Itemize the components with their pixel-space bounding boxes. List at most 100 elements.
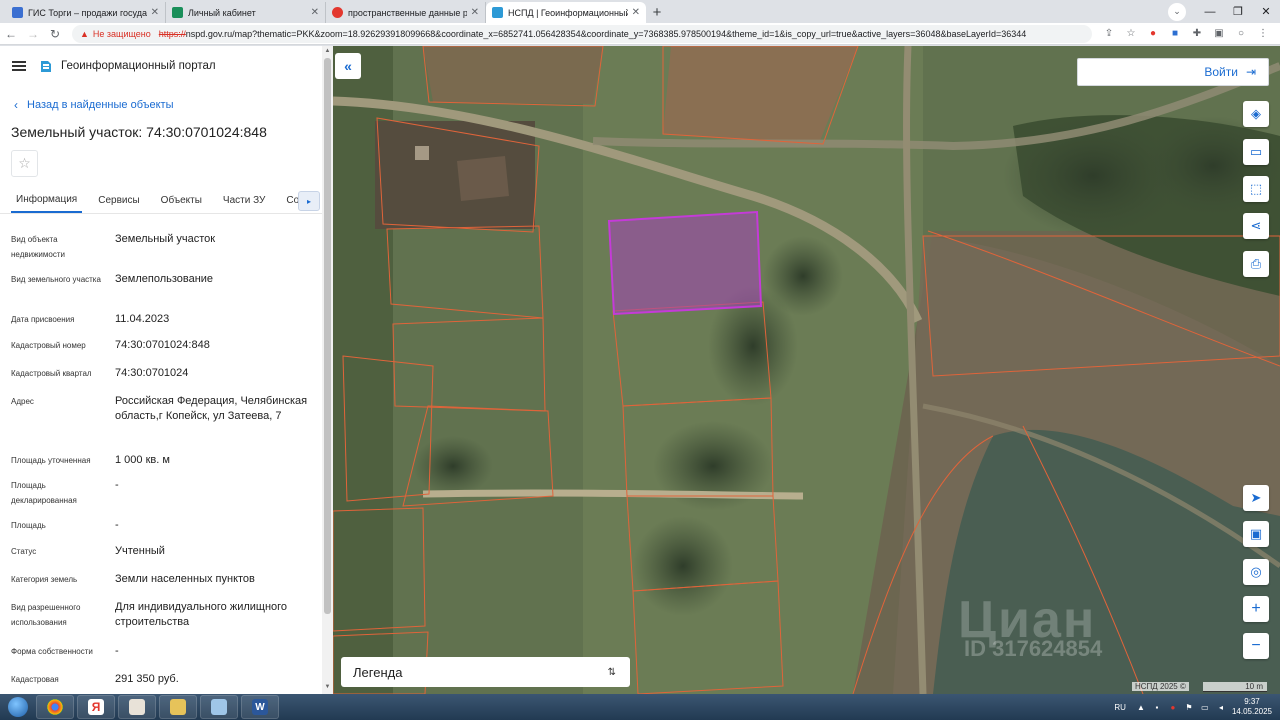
back-arrow-icon[interactable]: ← — [0, 23, 22, 45]
attribute-key: Форма собственности — [11, 647, 93, 656]
menu-dots-icon[interactable]: ⋮ — [1255, 26, 1271, 42]
browser-tab-1[interactable]: ГИС Торги – продажи государств ✕ — [6, 2, 166, 23]
attribute-value: Для индивидуального жилищного строительс… — [115, 601, 288, 628]
ruler-icon[interactable]: ▭ — [1243, 139, 1269, 165]
tab-objects[interactable]: Объекты — [161, 188, 202, 213]
panel-header: Геоинформационный портал — [0, 46, 333, 86]
forward-arrow-icon[interactable]: → — [22, 23, 44, 45]
address-bar[interactable]: ▲ Не защищено https:// nspd.gov.ru/map?t… — [72, 24, 1092, 43]
attribute-value[interactable]: 74:30:0701024 — [115, 366, 315, 381]
map-view[interactable] — [333, 46, 1280, 694]
share-link-icon[interactable]: ⋖ — [1243, 213, 1269, 239]
profile-avatar[interactable]: ○ — [1233, 26, 1249, 42]
legend-dropdown[interactable]: Легенда ⇅ — [341, 657, 630, 687]
login-button[interactable]: Войти ⇥ — [1077, 58, 1269, 86]
tray-arrow-icon[interactable]: ▲ — [1136, 702, 1146, 712]
taskbar-word[interactable]: W — [241, 695, 279, 719]
browser-tab-2[interactable]: Личный кабинет ✕ — [166, 2, 326, 23]
satellite-map[interactable] — [333, 46, 1280, 694]
collapse-panel-button[interactable]: « — [335, 53, 361, 79]
geolocation-search-icon[interactable]: ◎ — [1243, 559, 1269, 585]
browser-tab-4[interactable]: НСПД | Геоинформационный п ✕ — [486, 2, 646, 23]
print-icon[interactable]: ⎙ — [1243, 251, 1269, 277]
tray-volume-icon[interactable]: ◂ — [1216, 702, 1226, 712]
taskbar-yandex[interactable]: Я — [77, 695, 115, 719]
locate-me-icon[interactable]: ➤ — [1243, 485, 1269, 511]
tabs-scroll-right-icon[interactable]: ▸ — [298, 191, 320, 211]
attribute-value: 291 350 руб. — [115, 673, 179, 685]
not-secure-indicator[interactable]: ▲ Не защищено — [80, 29, 151, 39]
scroll-up-icon[interactable]: ▲ — [324, 48, 331, 54]
legend-label: Легенда — [353, 664, 403, 680]
taskbar-pen-app[interactable] — [200, 695, 238, 719]
reload-icon[interactable]: ↻ — [44, 23, 66, 45]
attribute-key: Площадь — [11, 521, 46, 530]
watermark-id: ID 317624854 — [964, 636, 1103, 661]
pen-icon — [211, 699, 227, 715]
tab-close-icon[interactable]: ✕ — [471, 7, 479, 18]
back-to-results-link[interactable]: ‹ Назад в найденные объекты — [14, 98, 174, 112]
scrollbar-thumb[interactable] — [324, 58, 331, 614]
yandex-extension-icon[interactable]: ● — [1145, 26, 1161, 42]
taskbar-explorer[interactable] — [159, 695, 197, 719]
extension-icons: ⇪ ☆ ● ■ ✚ ▣ ○ ⋮ — [1098, 26, 1280, 42]
scroll-down-icon[interactable]: ▼ — [324, 684, 331, 690]
login-label: Войти — [1204, 65, 1238, 79]
tab-favicon-icon — [12, 7, 23, 18]
share-icon[interactable]: ⇪ — [1101, 26, 1117, 42]
tray-flag-icon[interactable]: ⚑ — [1184, 702, 1194, 712]
object-info-panel: Геоинформационный портал ‹ Назад в найде… — [0, 46, 333, 694]
attribute-key: Кадастровый номер — [11, 341, 86, 350]
attribute-value[interactable]: 74:30:0701024:848 — [115, 338, 315, 353]
window-controls: ⌄ — ❐ ✕ — [1168, 0, 1280, 23]
maximize-icon[interactable]: ❐ — [1224, 0, 1252, 23]
sidepanel-icon[interactable]: ▣ — [1211, 26, 1227, 42]
attribute-value: - — [115, 479, 119, 491]
extension-icon[interactable]: ■ — [1167, 26, 1183, 42]
hamburger-menu-icon[interactable] — [12, 61, 26, 71]
tab-information[interactable]: Информация — [11, 188, 83, 213]
browser-tab-3[interactable]: пространственные данные росс ✕ — [326, 2, 486, 23]
tray-display-icon[interactable]: ▭ — [1200, 702, 1210, 712]
attribute-key: Площадь уточненная — [11, 456, 91, 465]
browser-toolbar: ← → ↻ ▲ Не защищено https:// nspd.gov.ru… — [0, 23, 1280, 45]
tab-title: пространственные данные росс — [348, 7, 467, 18]
windows-logo-icon — [8, 697, 28, 717]
windows-taskbar: Я W RU ▲ ▪ ● ⚑ ▭ ◂ 9:37 14.05.2025 — [0, 694, 1280, 720]
expand-collapse-icon: ⇅ — [607, 666, 616, 678]
tab-close-icon[interactable]: ✕ — [632, 7, 640, 18]
panel-scrollbar[interactable]: ▲ ▼ — [322, 46, 333, 694]
tab-close-icon[interactable]: ✕ — [151, 7, 159, 18]
clock-date: 14.05.2025 — [1231, 707, 1272, 716]
start-button[interactable] — [0, 694, 36, 720]
zoom-in-icon[interactable]: + — [1243, 596, 1269, 622]
tab-services[interactable]: Сервисы — [98, 188, 139, 213]
tab-favicon-icon — [332, 7, 343, 18]
language-indicator[interactable]: RU — [1114, 703, 1126, 712]
attribute-key: Дата присвоения — [11, 315, 75, 324]
tab-close-icon[interactable]: ✕ — [311, 7, 319, 18]
taskbar-java[interactable] — [118, 695, 156, 719]
clock[interactable]: 9:37 14.05.2025 — [1232, 697, 1272, 717]
chevron-left-icon: ‹ — [14, 98, 18, 112]
tab-search-icon[interactable]: ⌄ — [1168, 2, 1186, 21]
zoom-out-icon[interactable]: − — [1243, 633, 1269, 659]
tray-app-icon[interactable]: ● — [1168, 702, 1178, 712]
minimap-icon[interactable]: ▣ — [1243, 521, 1269, 547]
attribute-key: Площадь декларированная — [11, 481, 77, 505]
favorite-star-button[interactable]: ☆ — [11, 150, 38, 177]
tab-parts[interactable]: Части ЗУ — [223, 188, 265, 213]
close-window-icon[interactable]: ✕ — [1252, 0, 1280, 23]
taskbar-chrome[interactable] — [36, 695, 74, 719]
info-tabs: Информация Сервисы Объекты Части ЗУ Сост… — [0, 188, 322, 214]
bookmark-star-icon[interactable]: ☆ — [1123, 26, 1139, 42]
browser-tab-bar: ГИС Торги – продажи государств ✕ Личный … — [0, 0, 1280, 23]
new-tab-button[interactable]: + — [646, 2, 668, 23]
tab-title: ГИС Торги – продажи государств — [28, 7, 147, 18]
object-title: Земельный участок: 74:30:0701024:848 — [11, 124, 267, 140]
layers-icon[interactable]: ◈ — [1243, 101, 1269, 127]
tray-network-icon[interactable]: ▪ — [1152, 702, 1162, 712]
area-select-icon[interactable]: ⬚ — [1243, 176, 1269, 202]
minimize-icon[interactable]: — — [1196, 0, 1224, 23]
puzzle-icon[interactable]: ✚ — [1189, 26, 1205, 42]
